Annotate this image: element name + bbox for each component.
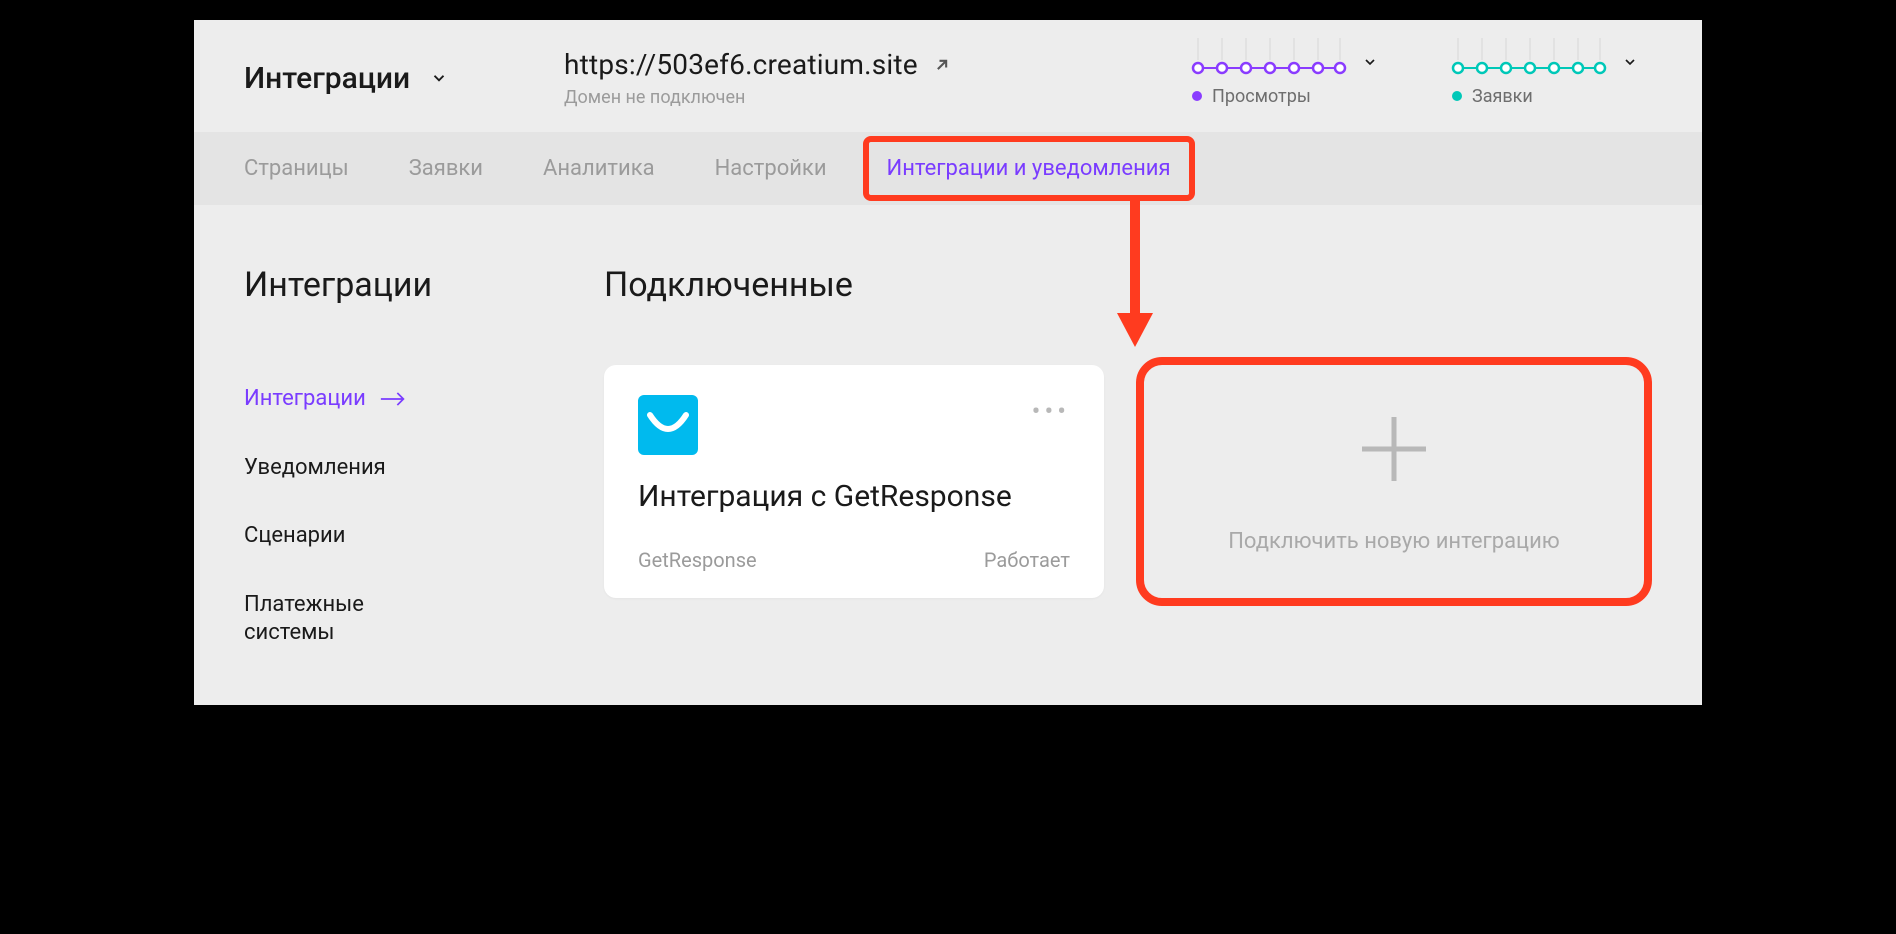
tab-settings[interactable]: Настройки	[715, 156, 827, 181]
add-integration-label: Подключить новую интеграцию	[1228, 529, 1560, 554]
tab-integrations[interactable]: Интеграции и уведомления	[887, 156, 1171, 181]
external-link-icon	[932, 55, 952, 75]
app-frame: Интеграции https://503ef6.creatium.site …	[180, 6, 1716, 719]
tabs-bar: Страницы Заявки Аналитика Настройки Инте…	[194, 132, 1702, 205]
header: Интеграции https://503ef6.creatium.site …	[194, 20, 1702, 132]
card-status: Работает	[984, 548, 1070, 572]
content-section-title: Подключенные	[604, 265, 1652, 305]
sidebar: Интеграции Интеграции Уведомления Сценар…	[244, 265, 544, 665]
domain-status: Домен не подключен	[564, 87, 1132, 108]
card-provider: GetResponse	[638, 548, 757, 572]
cards-row: ••• Интеграция с GetResponse GetResponse…	[604, 365, 1652, 598]
main-area: Интеграции Интеграции Уведомления Сценар…	[194, 205, 1702, 705]
chevron-down-icon	[430, 69, 448, 87]
site-info: https://503ef6.creatium.site Домен не по…	[564, 48, 1132, 108]
stat-views-dropdown[interactable]	[1192, 50, 1392, 74]
integration-card[interactable]: ••• Интеграция с GetResponse GetResponse…	[604, 365, 1104, 598]
dot-icon	[1452, 91, 1462, 101]
dot-icon	[1192, 91, 1202, 101]
sidebar-item-scenarios[interactable]: Сценарии	[244, 522, 544, 551]
sidebar-item-payments[interactable]: Платежные системы	[244, 591, 444, 648]
sidebar-item-integrations[interactable]: Интеграции	[244, 385, 544, 414]
stat-requests-label-row: Заявки	[1452, 86, 1652, 107]
section-title: Интеграции	[244, 61, 410, 96]
stat-views: Просмотры	[1192, 50, 1392, 107]
plus-icon	[1354, 409, 1434, 489]
sidebar-item-label: Платежные системы	[244, 591, 444, 648]
stat-requests-dropdown[interactable]	[1452, 50, 1652, 74]
stats-block: Просмотры	[1192, 50, 1652, 107]
card-more-button[interactable]: •••	[1032, 395, 1070, 425]
content: Подключенные ••• Интеграция с GetRespons…	[604, 265, 1652, 665]
sidebar-item-label: Сценарии	[244, 522, 345, 551]
chevron-down-icon	[1362, 54, 1378, 70]
site-url-link[interactable]: https://503ef6.creatium.site	[564, 48, 1132, 81]
card-header: •••	[638, 395, 1070, 455]
stat-views-label-row: Просмотры	[1192, 86, 1392, 107]
tab-analytics[interactable]: Аналитика	[543, 156, 655, 181]
stat-views-label: Просмотры	[1212, 86, 1311, 107]
sidebar-item-label: Уведомления	[244, 454, 386, 483]
sidebar-item-label: Интеграции	[244, 385, 366, 414]
site-url: https://503ef6.creatium.site	[564, 48, 918, 81]
add-integration-button[interactable]: Подключить новую интеграцию	[1144, 365, 1644, 598]
getresponse-logo-icon	[638, 395, 698, 455]
chevron-down-icon	[1622, 54, 1638, 70]
sparkline-views	[1192, 50, 1342, 74]
arrow-right-icon	[380, 390, 406, 408]
tab-requests[interactable]: Заявки	[409, 156, 483, 181]
section-dropdown[interactable]: Интеграции	[244, 61, 504, 96]
sidebar-item-notifications[interactable]: Уведомления	[244, 454, 544, 483]
sidebar-title: Интеграции	[244, 265, 544, 305]
stat-requests: Заявки	[1452, 50, 1652, 107]
tab-pages[interactable]: Страницы	[244, 156, 349, 181]
stat-requests-label: Заявки	[1472, 86, 1533, 107]
sparkline-requests	[1452, 50, 1602, 74]
card-title: Интеграция с GetResponse	[638, 477, 1070, 516]
card-footer: GetResponse Работает	[638, 548, 1070, 572]
